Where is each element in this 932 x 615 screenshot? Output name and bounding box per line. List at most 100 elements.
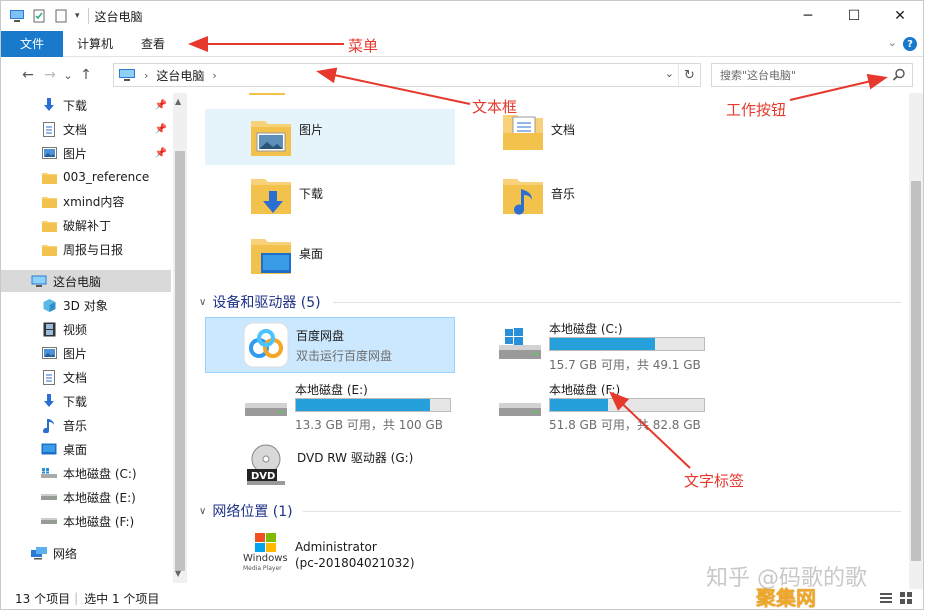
drive-usage-bar [549, 398, 705, 412]
drive-icon [41, 513, 57, 529]
sidebar-item-pictures[interactable]: 图片 📌 [1, 142, 171, 164]
sidebar-item-003-reference[interactable]: 003_reference [1, 166, 171, 188]
annotation-text-label: 文字标签 [684, 472, 745, 490]
explorer-window: ▾ 这台电脑 ─ ☐ ✕ 文件 计算机 查看 ⌄ ? ← → ⌄ ↑ › 这台电… [0, 0, 924, 610]
group-divider [333, 302, 901, 303]
maximize-button[interactable]: ☐ [831, 1, 877, 31]
minimize-button[interactable]: ─ [785, 1, 831, 31]
drive-name: 本地磁盘 (F:) [549, 383, 621, 397]
refresh-icon[interactable]: ↻ [678, 64, 700, 86]
group-header-devices[interactable]: ∨ 设备和驱动器 (5) [199, 292, 321, 312]
window-title: 这台电脑 [94, 9, 143, 24]
pin-icon[interactable]: 📌 [155, 124, 167, 135]
breadcrumb-separator-icon[interactable]: › [144, 69, 148, 82]
folder-icon [41, 169, 57, 185]
customize-dropdown-icon[interactable]: ▾ [75, 11, 80, 21]
windows-media-player-icon: Windows Media Player [243, 533, 289, 577]
folder-tile-downloads[interactable]: 下载 [249, 173, 323, 217]
expand-ribbon-icon[interactable]: ⌄ [888, 36, 897, 49]
sidebar-item-music[interactable]: 音乐 [1, 414, 171, 436]
sidebar-item-this-pc[interactable]: 这台电脑 [1, 270, 171, 292]
folder-tile-music[interactable]: 音乐 [501, 173, 575, 217]
sidebar-item-patch[interactable]: 破解补丁 [1, 214, 171, 236]
network-item-administrator[interactable]: Windows Media Player Administrator (pc-2… [243, 533, 415, 577]
search-icon[interactable] [892, 68, 906, 82]
sidebar-item-drive-c[interactable]: 本地磁盘 (C:) [1, 462, 171, 484]
sidebar-item-videos[interactable]: 视频 [1, 318, 171, 340]
collapse-chevron-icon[interactable]: ∨ [199, 506, 206, 517]
group-header-network[interactable]: ∨ 网络位置 (1) [199, 501, 293, 521]
sidebar-item-downloads-pc[interactable]: 下载 [1, 390, 171, 412]
this-pc-icon [119, 69, 135, 81]
picture-icon [41, 145, 57, 161]
network-item-sub: (pc-201804021032) [295, 556, 415, 570]
content-scroll-thumb[interactable] [911, 181, 921, 561]
pin-icon[interactable]: 📌 [155, 148, 167, 159]
large-icons-view-icon[interactable] [899, 591, 913, 605]
properties-icon[interactable] [31, 9, 47, 23]
computer-icon[interactable] [9, 9, 25, 23]
address-bar[interactable]: › 这台电脑 › ⌄ ↻ [113, 63, 701, 87]
breadcrumb-this-pc[interactable]: 这台电脑 [156, 67, 204, 84]
search-input[interactable]: 搜索"这台电脑" [711, 63, 913, 87]
downloads-folder-icon [251, 179, 291, 214]
folder-tile-pictures[interactable]: 图片 [205, 109, 455, 165]
tab-file[interactable]: 文件 [1, 30, 63, 57]
windows-drive-icon [499, 328, 541, 359]
drive-usage-bar [549, 337, 705, 351]
sidebar-item-documents[interactable]: 文档 📌 [1, 118, 171, 140]
pin-icon[interactable]: 📌 [155, 100, 167, 111]
sidebar-item-xmind[interactable]: xmind内容 [1, 190, 171, 212]
drive-tile-c[interactable]: 本地磁盘 (C:) 15.7 GB 可用，共 49.1 GB [497, 317, 717, 373]
sidebar-scrollbar[interactable]: ▲ ▼ [173, 93, 187, 583]
navigation-pane: 下载 📌 文档 📌 图片 📌 003_reference xmind内容 破解补… [1, 93, 187, 569]
sidebar-item-label: 003_reference [63, 170, 150, 184]
folder-tile-desktop[interactable]: 桌面 [249, 233, 323, 277]
recent-locations-button[interactable]: ⌄ [61, 63, 75, 87]
sidebar-item-label: 下载 [63, 394, 88, 409]
new-folder-icon[interactable] [53, 9, 69, 23]
app-name: 百度网盘 [296, 328, 345, 343]
document-icon [41, 121, 57, 137]
sidebar-item-downloads[interactable]: 下载 📌 [1, 94, 171, 116]
drive-capacity: 13.3 GB 可用，共 100 GB [295, 418, 443, 432]
help-icon[interactable]: ? [903, 37, 917, 51]
sidebar-item-drive-e[interactable]: 本地磁盘 (E:) [1, 486, 171, 508]
sidebar-item-desktop[interactable]: 桌面 [1, 438, 171, 460]
sidebar-item-pictures-pc[interactable]: 图片 [1, 342, 171, 364]
tab-computer[interactable]: 计算机 [63, 31, 127, 57]
title-bar: ▾ 这台电脑 ─ ☐ ✕ [1, 1, 923, 31]
sidebar-item-reports[interactable]: 周报与日报 [1, 238, 171, 260]
sidebar-item-drive-f[interactable]: 本地磁盘 (F:) [1, 510, 171, 532]
item-count: 13 个项目 [15, 591, 71, 606]
content-scrollbar[interactable] [909, 93, 923, 589]
drive-tile-e[interactable]: 本地磁盘 (E:) 13.3 GB 可用，共 100 GB [243, 378, 463, 434]
sidebar-item-3d-objects[interactable]: 3D 对象 [1, 294, 171, 316]
details-view-icon[interactable] [879, 591, 893, 605]
drive-tile-f[interactable]: 本地磁盘 (F:) 51.8 GB 可用，共 82.8 GB [497, 378, 717, 434]
sidebar-scroll-thumb[interactable] [175, 151, 185, 571]
sidebar-item-documents-pc[interactable]: 文档 [1, 366, 171, 388]
folder-label: 下载 [299, 187, 324, 201]
drive-tile-dvd[interactable]: DVD DVD RW 驱动器 (G:) [243, 443, 413, 487]
up-button[interactable]: ↑ [75, 63, 97, 87]
sidebar-item-label: 桌面 [63, 442, 88, 457]
scroll-up-icon[interactable]: ▲ [175, 97, 181, 106]
3d-objects-icon [41, 297, 57, 313]
close-button[interactable]: ✕ [877, 1, 923, 31]
watermark-logo: 聚集网 [756, 586, 816, 610]
scroll-down-icon[interactable]: ▼ [175, 569, 181, 578]
sidebar-item-label: 文档 [63, 122, 88, 137]
pictures-folder-icon [251, 121, 291, 156]
picture-icon [41, 345, 57, 361]
sidebar-item-label: 本地磁盘 (F:) [63, 514, 135, 529]
collapse-chevron-icon[interactable]: ∨ [199, 297, 206, 308]
app-tile-baidu-netdisk[interactable]: 百度网盘 双击运行百度网盘 [205, 317, 455, 373]
folder-icon [41, 193, 57, 209]
breadcrumb-separator-icon[interactable]: › [212, 69, 216, 82]
address-dropdown-icon[interactable]: ⌄ [665, 67, 674, 80]
tab-view[interactable]: 查看 [127, 31, 179, 57]
back-button[interactable]: ← [17, 63, 39, 87]
sidebar-item-network[interactable]: 网络 [1, 542, 171, 564]
forward-button[interactable]: → [39, 63, 61, 87]
